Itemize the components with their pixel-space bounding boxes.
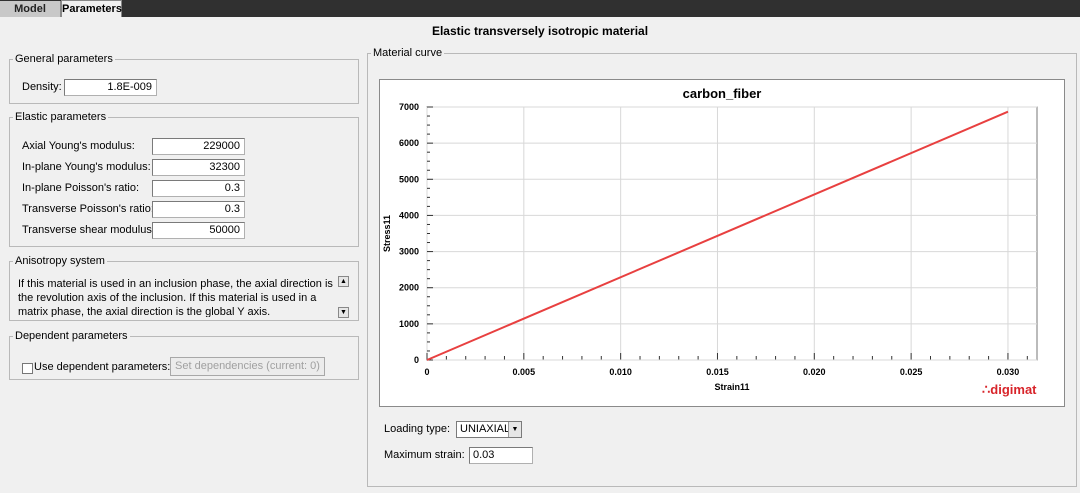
general-parameters-title: General parameters: [15, 53, 113, 65]
y-tick-label: 2000: [399, 283, 419, 293]
digimat-logo: ∴digimat: [982, 382, 1037, 398]
stress-strain-chart: carbon_fiber 0 0.005 0.010 0.015 0.020 0.025 0.…: [382, 86, 1038, 392]
y-tick-label: 5000: [399, 174, 419, 184]
anisotropy-description: If this material is used in an inclusion…: [18, 278, 333, 317]
dependent-parameters-title: Dependent parameters: [15, 330, 128, 342]
axial-youngs-modulus-label: Axial Young's modulus:: [22, 140, 135, 152]
material-curve-group: Material curve carbon_fiber 0 0.005 0.010 0.…: [367, 47, 1077, 487]
dependent-parameters-label: Use dependent parameters:: [34, 361, 171, 373]
x-tick-label: 0.025: [900, 367, 923, 377]
y-tick-label: 1000: [399, 319, 419, 329]
y-axis-label: Stress11: [382, 215, 392, 252]
x-tick-label: 0.030: [997, 367, 1020, 377]
dependent-parameters-group: Dependent parameters Use dependent param…: [9, 330, 359, 380]
anisotropy-scrollbar[interactable]: ▲ ▼: [338, 276, 349, 318]
transverse-poissons-ratio-field[interactable]: 0.3: [152, 201, 245, 218]
maximum-strain-label: Maximum strain:: [384, 449, 465, 461]
page-title: Elastic transversely isotropic material: [431, 24, 649, 38]
in-plane-youngs-modulus-field[interactable]: 32300: [152, 159, 245, 176]
anisotropy-system-group: Anisotropy system If this material is us…: [9, 255, 359, 321]
tab-bar: Model Parameters: [0, 0, 1080, 17]
in-plane-poissons-ratio-label: In-plane Poisson's ratio:: [22, 182, 140, 194]
maximum-strain-field[interactable]: 0.03: [469, 447, 533, 464]
y-tick-label: 6000: [399, 138, 419, 148]
loading-type-select[interactable]: UNIAXIAL_ ▼: [456, 421, 522, 438]
tab-parameters[interactable]: Parameters: [61, 0, 122, 17]
loading-type-label: Loading type:: [384, 423, 451, 435]
general-parameters-group: General parameters Density: 1.8E-009: [9, 53, 359, 104]
chart-title: carbon_fiber: [683, 86, 762, 101]
x-axis-label: Strain11: [714, 382, 749, 392]
y-tick-label: 7000: [399, 102, 419, 112]
y-tick-label: 0: [414, 355, 419, 365]
anisotropy-system-title: Anisotropy system: [15, 255, 105, 267]
axial-youngs-modulus-field[interactable]: 229000: [152, 138, 245, 155]
elastic-parameters-title: Elastic parameters: [15, 111, 107, 123]
chart-frame: carbon_fiber 0 0.005 0.010 0.015 0.020 0.025 0.…: [379, 79, 1065, 407]
set-dependencies-button[interactable]: Set dependencies (current: 0): [170, 357, 325, 376]
tab-model[interactable]: Model: [0, 1, 61, 17]
in-plane-youngs-modulus-label: In-plane Young's modulus:: [22, 161, 151, 173]
plot-area: [426, 106, 1038, 361]
x-tick-label: 0: [424, 367, 429, 377]
material-curve-title: Material curve: [373, 47, 443, 59]
transverse-poissons-ratio-label: Transverse Poisson's ratio:: [22, 203, 154, 215]
x-tick-label: 0.015: [706, 367, 729, 377]
elastic-parameters-group: Elastic parameters Axial Young's modulus…: [9, 111, 359, 247]
x-tick-label: 0.020: [803, 367, 826, 377]
transverse-shear-modulus-label: Transverse shear modulus:: [22, 224, 155, 236]
digimat-logo-text: digimat: [990, 382, 1037, 397]
x-tick-label: 0.005: [513, 367, 536, 377]
density-field[interactable]: 1.8E-009: [64, 79, 157, 96]
dependent-parameters-checkbox[interactable]: [22, 363, 33, 374]
y-tick-label: 4000: [399, 210, 419, 220]
scroll-up-icon[interactable]: ▲: [338, 276, 349, 287]
x-tick-label: 0.010: [609, 367, 632, 377]
transverse-shear-modulus-field[interactable]: 50000: [152, 222, 245, 239]
y-tick-label: 3000: [399, 247, 419, 257]
scroll-down-icon[interactable]: ▼: [338, 307, 349, 318]
chevron-down-icon[interactable]: ▼: [508, 422, 521, 437]
in-plane-poissons-ratio-field[interactable]: 0.3: [152, 180, 245, 197]
density-label: Density:: [22, 81, 62, 93]
